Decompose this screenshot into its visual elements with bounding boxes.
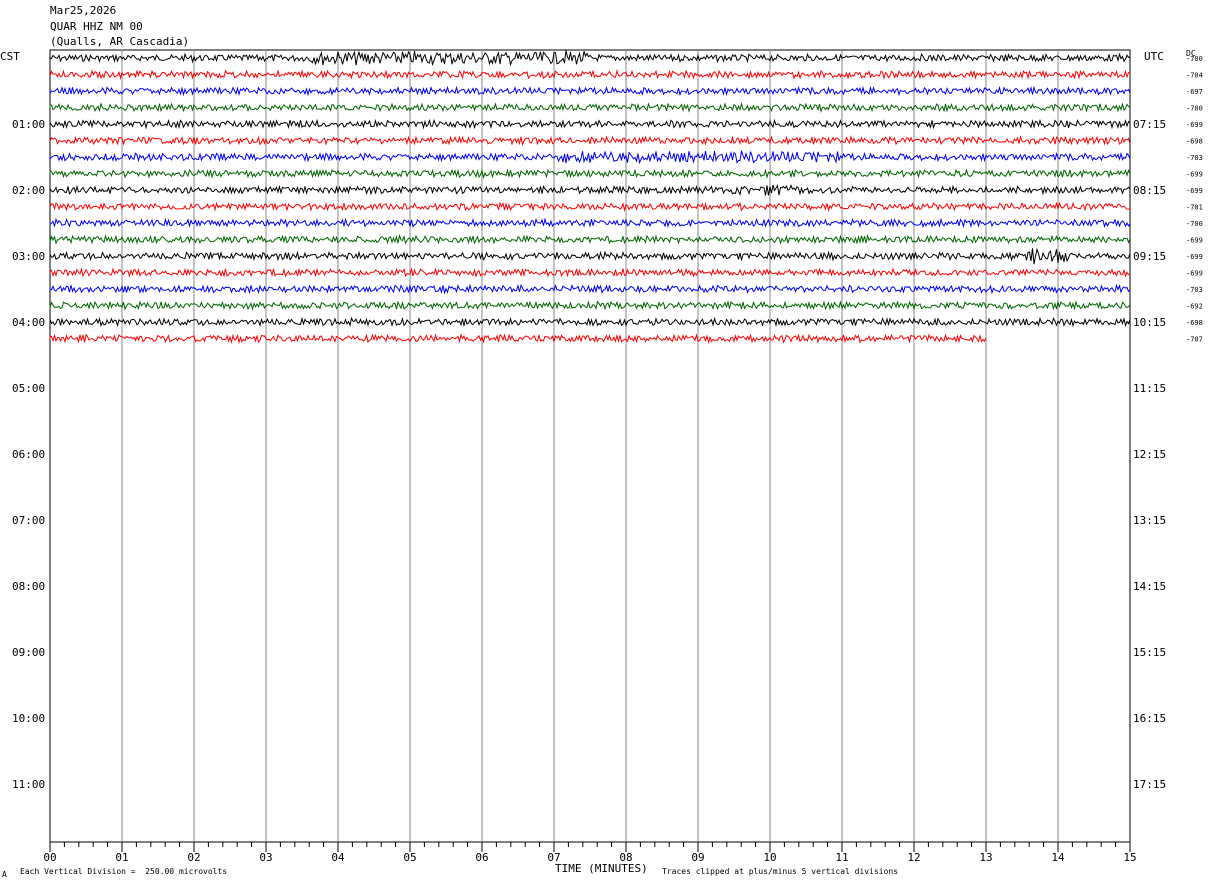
trace-9 [49, 184, 1131, 196]
x-tick-label-10: 10 [763, 851, 776, 864]
dc-offset-label: -699 [1186, 270, 1203, 278]
dc-offset-label: -700 [1186, 55, 1203, 63]
x-tick-label-14: 14 [1051, 851, 1065, 864]
trace-6 [49, 135, 1131, 147]
left-hour-label-05:00: 05:00 [12, 382, 45, 395]
corner-mark: A [2, 870, 7, 879]
left-hour-label-06:00: 06:00 [12, 448, 45, 461]
division-note: Each Vertical Division = 250.00 microvol… [20, 867, 228, 876]
trace-2 [49, 69, 1131, 81]
right-hour-label-07:15: 07:15 [1133, 118, 1166, 131]
x-tick-label-12: 12 [907, 851, 920, 864]
right-hour-label-17:15: 17:15 [1133, 778, 1166, 791]
x-tick-label-04: 04 [331, 851, 345, 864]
right-hour-label-13:15: 13:15 [1133, 514, 1166, 527]
right-hour-label-15:15: 15:15 [1133, 646, 1166, 659]
trace-1 [49, 50, 1131, 67]
right-hour-label-08:15: 08:15 [1133, 184, 1166, 197]
x-tick-label-15: 15 [1123, 851, 1136, 864]
trace-8 [49, 168, 1131, 180]
left-hour-label-04:00: 04:00 [12, 316, 45, 329]
dc-offset-label: -699 [1186, 253, 1203, 261]
dc-offset-label: -707 [1186, 336, 1203, 344]
trace-5 [49, 118, 1131, 130]
trace-11 [49, 217, 1131, 229]
right-hour-label-14:15: 14:15 [1133, 580, 1166, 593]
x-tick-label-01: 01 [115, 851, 128, 864]
plot-frame [49, 49, 1131, 843]
right-hour-label-10:15: 10:15 [1133, 316, 1166, 329]
dc-offset-label: -698 [1186, 138, 1203, 146]
left-hour-label-02:00: 02:00 [12, 184, 45, 197]
x-axis-label: TIME (MINUTES) [555, 862, 648, 875]
trace-18 [49, 333, 987, 345]
trace-4 [49, 102, 1131, 113]
trace-7 [49, 150, 1131, 165]
x-tick-label-06: 06 [475, 851, 488, 864]
dc-offset-label: -692 [1186, 303, 1203, 311]
trace-14 [49, 267, 1130, 278]
x-tick-label-11: 11 [835, 851, 848, 864]
clip-note: Traces clipped at plus/minus 5 vertical … [662, 867, 899, 876]
dc-offset-label: -700 [1186, 220, 1203, 228]
trace-12 [49, 233, 1131, 245]
x-tick-label-13: 13 [979, 851, 992, 864]
right-hour-label-09:15: 09:15 [1133, 250, 1166, 263]
x-tick-label-02: 02 [187, 851, 200, 864]
left-hour-label-10:00: 10:00 [12, 712, 45, 725]
trace-13 [49, 247, 1131, 265]
left-hour-label-09:00: 09:00 [12, 646, 45, 659]
helicorder-plot: 00 01 02 03 04 05 06 07 08 09 10 11 12 13 14 1501:00 07:… [12, 49, 1203, 864]
left-hour-label-07:00: 07:00 [12, 514, 45, 527]
dc-offset-label: -699 [1186, 237, 1203, 245]
x-tick-label-00: 00 [43, 851, 56, 864]
dc-offset-label: -700 [1186, 105, 1203, 113]
left-hour-label-01:00: 01:00 [12, 118, 45, 131]
trace-15 [49, 283, 1131, 295]
x-tick-label-09: 09 [691, 851, 704, 864]
trace-3 [49, 85, 1131, 97]
right-hour-label-11:15: 11:15 [1133, 382, 1166, 395]
dc-offset-label: -703 [1186, 286, 1203, 294]
dc-offset-label: -699 [1186, 171, 1203, 179]
trace-16 [49, 300, 1131, 311]
left-hour-label-08:00: 08:00 [12, 580, 45, 593]
dc-offset-label: -699 [1186, 187, 1203, 195]
left-hour-label-03:00: 03:00 [12, 250, 45, 263]
dc-offset-label: -703 [1186, 154, 1203, 162]
right-hour-label-12:15: 12:15 [1133, 448, 1166, 461]
dc-offset-label: -699 [1186, 121, 1203, 129]
trace-17 [49, 316, 1131, 328]
trace-10 [49, 201, 1131, 213]
x-tick-label-03: 03 [259, 851, 272, 864]
dc-offset-label: -697 [1186, 88, 1203, 96]
left-hour-label-11:00: 11:00 [12, 778, 45, 791]
dc-offset-label: -701 [1186, 204, 1203, 212]
right-hour-label-16:15: 16:15 [1133, 712, 1166, 725]
dc-offset-label: -698 [1186, 319, 1203, 327]
x-tick-label-05: 05 [403, 851, 416, 864]
dc-offset-label: -704 [1186, 72, 1203, 80]
